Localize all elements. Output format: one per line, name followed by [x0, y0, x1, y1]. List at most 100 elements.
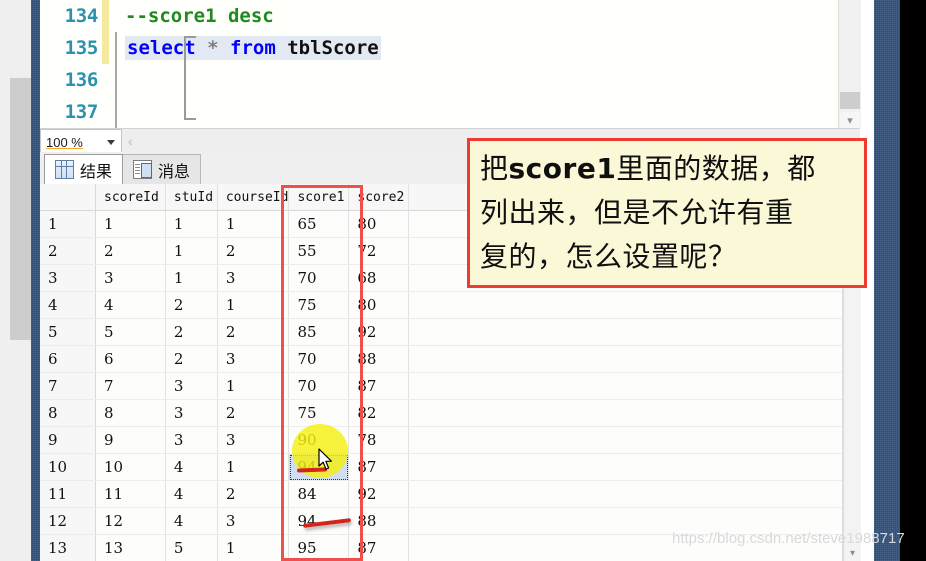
outer-left-scrollbar-thumb[interactable]	[10, 78, 31, 340]
table-cell-courseId[interactable]: 2	[217, 399, 290, 427]
table-cell-stuId[interactable]: 3	[165, 372, 218, 400]
table-cell-score2[interactable]: 87	[348, 372, 410, 400]
table-cell-stuId[interactable]: 4	[165, 453, 218, 481]
table-cell-score1[interactable]: 94	[288, 507, 350, 535]
table-cell-courseId[interactable]: 2	[217, 237, 290, 265]
table-cell-score1[interactable]: 70	[288, 372, 350, 400]
table-cell-scoreId[interactable]: 5	[95, 318, 166, 346]
row-header-corner[interactable]	[40, 184, 97, 211]
row-header-cell[interactable]: 10	[40, 453, 97, 481]
table-row[interactable]: 7 7 3 1 70 87	[40, 372, 842, 400]
table-cell-score2[interactable]: 80	[348, 291, 410, 319]
table-cell-courseId[interactable]: 3	[217, 507, 290, 535]
row-header-cell[interactable]: 6	[40, 345, 97, 373]
row-header-cell[interactable]: 2	[40, 237, 97, 265]
table-cell-score1[interactable]: 65	[288, 210, 350, 238]
table-cell-stuId[interactable]: 1	[165, 210, 218, 238]
table-cell-stuId[interactable]: 4	[165, 480, 218, 508]
table-cell-score1[interactable]: 90	[288, 426, 350, 454]
table-row[interactable]: 4 4 2 1 75 80	[40, 291, 842, 319]
table-cell-score1[interactable]: 75	[288, 291, 350, 319]
table-cell-scoreId[interactable]: 8	[95, 399, 166, 427]
code-line-136[interactable]: 136	[40, 64, 838, 96]
table-cell-stuId[interactable]: 2	[165, 345, 218, 373]
table-cell-courseId[interactable]: 1	[217, 453, 290, 481]
table-cell-courseId[interactable]: 3	[217, 264, 290, 292]
table-cell-scoreId[interactable]: 11	[95, 480, 166, 508]
table-cell-score2[interactable]: 92	[348, 480, 410, 508]
table-cell-scoreId[interactable]: 6	[95, 345, 166, 373]
row-header-cell[interactable]: 8	[40, 399, 97, 427]
table-cell-stuId[interactable]: 2	[165, 291, 218, 319]
chevron-down-icon[interactable]: ▾	[844, 546, 861, 561]
sql-code-editor[interactable]: 134 --score1 desc 135 select * from tblS…	[40, 0, 838, 128]
table-cell-score2[interactable]: 68	[348, 264, 410, 292]
table-cell-scoreId[interactable]: 10	[95, 453, 166, 481]
table-cell-score2[interactable]: 82	[348, 399, 410, 427]
tab-messages[interactable]: 消息	[122, 154, 202, 184]
row-header-cell[interactable]: 13	[40, 534, 97, 561]
row-header-cell[interactable]: 9	[40, 426, 97, 454]
table-cell-score1[interactable]: 85	[288, 318, 350, 346]
code-line-134[interactable]: 134 --score1 desc	[40, 0, 838, 32]
table-cell-stuId[interactable]: 3	[165, 399, 218, 427]
row-header-cell[interactable]: 12	[40, 507, 97, 535]
table-cell-courseId[interactable]: 1	[217, 210, 290, 238]
code-line-135[interactable]: 135 select * from tblScore	[40, 32, 838, 64]
row-header-cell[interactable]: 3	[40, 264, 97, 292]
table-cell-score1[interactable]: 95	[288, 534, 350, 561]
column-header-score1[interactable]: score1	[288, 184, 350, 211]
table-cell-score2[interactable]: 87	[348, 453, 410, 481]
table-row[interactable]: 6 6 2 3 70 88	[40, 345, 842, 373]
table-cell-courseId[interactable]: 2	[217, 480, 290, 508]
table-cell-scoreId[interactable]: 1	[95, 210, 166, 238]
editor-scrollbar-thumb[interactable]	[840, 92, 860, 109]
chevron-down-icon[interactable]: ▾	[840, 112, 860, 128]
table-cell-score2[interactable]: 72	[348, 237, 410, 265]
selected-cell[interactable]: 94	[288, 453, 350, 481]
row-header-cell[interactable]: 4	[40, 291, 97, 319]
table-cell-scoreId[interactable]: 3	[95, 264, 166, 292]
table-cell-scoreId[interactable]: 12	[95, 507, 166, 535]
table-row[interactable]: 10 10 4 1 94 87	[40, 453, 842, 481]
table-cell-scoreId[interactable]: 4	[95, 291, 166, 319]
table-cell-score1[interactable]: 70	[288, 264, 350, 292]
table-cell-score2[interactable]: 92	[348, 318, 410, 346]
table-cell-courseId[interactable]: 3	[217, 426, 290, 454]
editor-vertical-scrollbar[interactable]: ▾	[838, 0, 861, 128]
column-header-score2[interactable]: score2	[348, 184, 410, 211]
table-cell-scoreId[interactable]: 13	[95, 534, 166, 561]
table-cell-score1[interactable]: 55	[288, 237, 350, 265]
table-cell-stuId[interactable]: 5	[165, 534, 218, 561]
chevron-left-icon[interactable]: ‹	[128, 133, 133, 149]
table-cell-scoreId[interactable]: 7	[95, 372, 166, 400]
table-cell-score1[interactable]: 75	[288, 399, 350, 427]
column-header-scoreid[interactable]: scoreId	[95, 184, 166, 211]
table-cell-score2[interactable]: 88	[348, 507, 410, 535]
table-cell-stuId[interactable]: 2	[165, 318, 218, 346]
table-cell-stuId[interactable]: 1	[165, 237, 218, 265]
column-header-courseid[interactable]: courseId	[217, 184, 290, 211]
table-cell-stuId[interactable]: 4	[165, 507, 218, 535]
table-cell-score1[interactable]: 70	[288, 345, 350, 373]
table-cell-score2[interactable]: 88	[348, 345, 410, 373]
table-cell-scoreId[interactable]: 2	[95, 237, 166, 265]
table-cell-courseId[interactable]: 1	[217, 372, 290, 400]
tab-results[interactable]: 结果	[44, 154, 124, 184]
table-row[interactable]: 11 11 4 2 84 92	[40, 480, 842, 508]
column-header-stuid[interactable]: stuId	[165, 184, 218, 211]
table-cell-score2[interactable]: 78	[348, 426, 410, 454]
row-header-cell[interactable]: 5	[40, 318, 97, 346]
table-cell-score2[interactable]: 87	[348, 534, 410, 561]
chevron-down-icon[interactable]	[107, 139, 115, 145]
table-row[interactable]: 5 5 2 2 85 92	[40, 318, 842, 346]
table-cell-courseId[interactable]: 3	[217, 345, 290, 373]
table-cell-stuId[interactable]: 1	[165, 264, 218, 292]
table-cell-score1[interactable]: 84	[288, 480, 350, 508]
table-cell-score2[interactable]: 80	[348, 210, 410, 238]
table-row[interactable]: 8 8 3 2 75 82	[40, 399, 842, 427]
table-cell-scoreId[interactable]: 9	[95, 426, 166, 454]
row-header-cell[interactable]: 11	[40, 480, 97, 508]
code-line-137[interactable]: 137	[40, 96, 838, 128]
outer-left-scrollbar[interactable]	[0, 0, 31, 561]
